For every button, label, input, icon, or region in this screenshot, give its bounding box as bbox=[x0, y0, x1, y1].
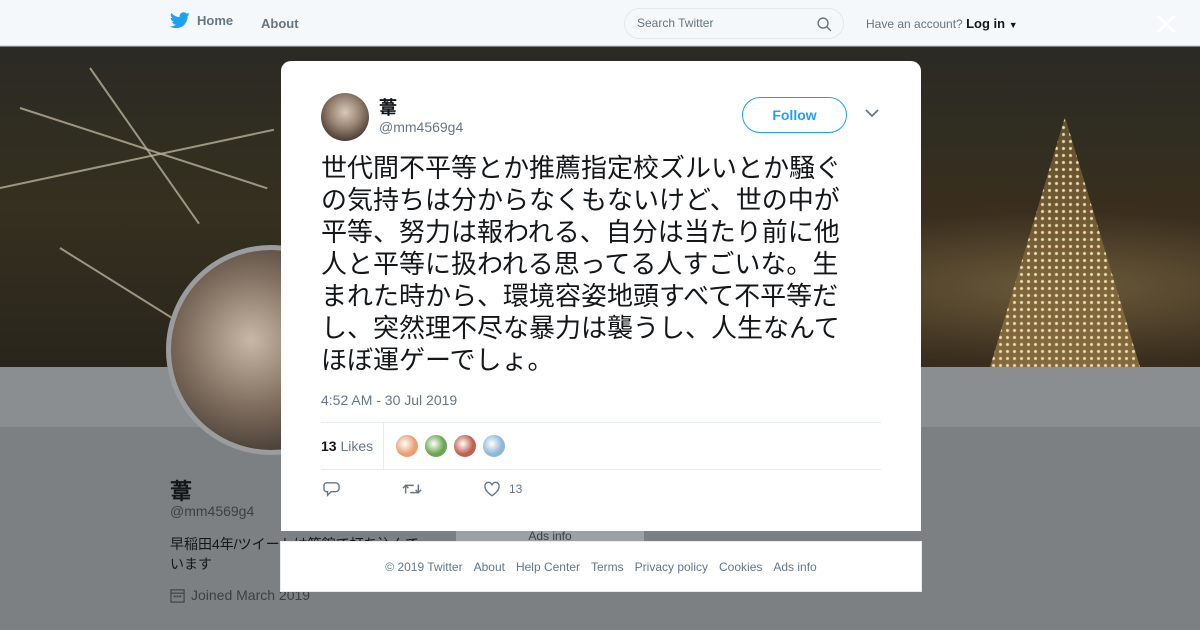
profile-handle: @mm4569g4 bbox=[170, 503, 255, 519]
footer-link-help-center[interactable]: Help Center bbox=[516, 560, 580, 574]
retweet-button[interactable] bbox=[402, 481, 422, 497]
close-icon[interactable] bbox=[1152, 10, 1180, 38]
christmas-tree-image bbox=[990, 117, 1140, 367]
author-avatar[interactable] bbox=[321, 93, 369, 141]
calendar-icon bbox=[170, 588, 185, 603]
footer-link-privacy[interactable]: Privacy policy bbox=[635, 560, 708, 574]
tweet-line: 世代間不平等とか推薦指定校ズルいとか騒ぐ bbox=[321, 154, 842, 184]
like-button[interactable]: 13 bbox=[483, 481, 522, 497]
likes-count[interactable]: 13 Likes bbox=[321, 438, 373, 454]
like-count: 13 bbox=[509, 482, 523, 496]
follow-button[interactable]: Follow bbox=[742, 97, 847, 133]
author-name[interactable]: 葦 bbox=[379, 94, 397, 120]
about-link[interactable]: About bbox=[261, 16, 299, 31]
chevron-down-icon[interactable] bbox=[865, 108, 879, 118]
search-icon[interactable] bbox=[816, 16, 833, 33]
search-placeholder: Search Twitter bbox=[637, 16, 714, 30]
reply-button[interactable] bbox=[323, 481, 341, 497]
footer-copyright: © 2019 Twitter bbox=[385, 559, 463, 574]
tweet-line: ほぼ運ゲーでしょ。 bbox=[321, 346, 554, 376]
tweet-line: 平等、努力は報われる、自分は当たり前に他 bbox=[321, 218, 840, 248]
tweet-text: 世代間不平等とか推薦指定校ズルいとか騒ぐ の気持ちは分からなくもないけど、世の中… bbox=[321, 153, 886, 377]
tweet-timestamp[interactable]: 4:52 AM - 30 Jul 2019 bbox=[321, 392, 457, 408]
profile-name: 葦 bbox=[170, 479, 193, 504]
top-navigation-bar: Home About Search Twitter Have an accoun… bbox=[0, 0, 1200, 46]
likes-number: 13 bbox=[321, 438, 337, 454]
tweet-line: の気持ちは分からなくもないけど、世の中が bbox=[321, 186, 840, 216]
liker-avatar[interactable] bbox=[453, 434, 477, 458]
reply-icon bbox=[323, 482, 340, 497]
author-handle[interactable]: @mm4569g4 bbox=[379, 119, 463, 135]
footer-link-cookies[interactable]: Cookies bbox=[719, 560, 762, 574]
retweet-icon bbox=[402, 484, 422, 494]
footer-link-terms[interactable]: Terms bbox=[591, 560, 624, 574]
liker-avatar[interactable] bbox=[482, 434, 506, 458]
tweet-line: し、突然理不尽な暴力は襲うし、人生なんて bbox=[321, 314, 840, 344]
twitter-bird-icon bbox=[170, 12, 190, 29]
login-link[interactable]: Log in ▼ bbox=[966, 16, 1018, 31]
tweet-modal: 葦 @mm4569g4 Follow 世代間不平等とか推薦指定校ズルいとか騒ぐ … bbox=[281, 61, 921, 531]
footer-link-about[interactable]: About bbox=[474, 560, 505, 574]
account-prompt: Have an account? bbox=[866, 17, 963, 31]
liker-avatar[interactable] bbox=[424, 434, 448, 458]
caret-down-icon: ▼ bbox=[1008, 20, 1018, 30]
account-area: Have an account? Log in ▼ bbox=[866, 16, 1018, 31]
search-input[interactable]: Search Twitter bbox=[624, 8, 844, 39]
tweet-stats: 13 Likes bbox=[321, 422, 881, 470]
likes-label: Likes bbox=[340, 438, 374, 454]
heart-icon bbox=[484, 481, 500, 497]
tweet-line: 人と平等に扱われる思ってる人すごいな。生 bbox=[321, 250, 839, 280]
stats-divider bbox=[383, 423, 384, 469]
home-link[interactable]: Home bbox=[170, 12, 233, 29]
footer-link-ads-info[interactable]: Ads info bbox=[773, 560, 816, 574]
home-label: Home bbox=[197, 13, 234, 28]
liker-avatar[interactable] bbox=[395, 434, 419, 458]
footer: © 2019 Twitter About Help Center Terms P… bbox=[280, 541, 922, 592]
tweet-line: まれた時から、環境容姿地頭すべて不平等だ bbox=[321, 282, 839, 312]
